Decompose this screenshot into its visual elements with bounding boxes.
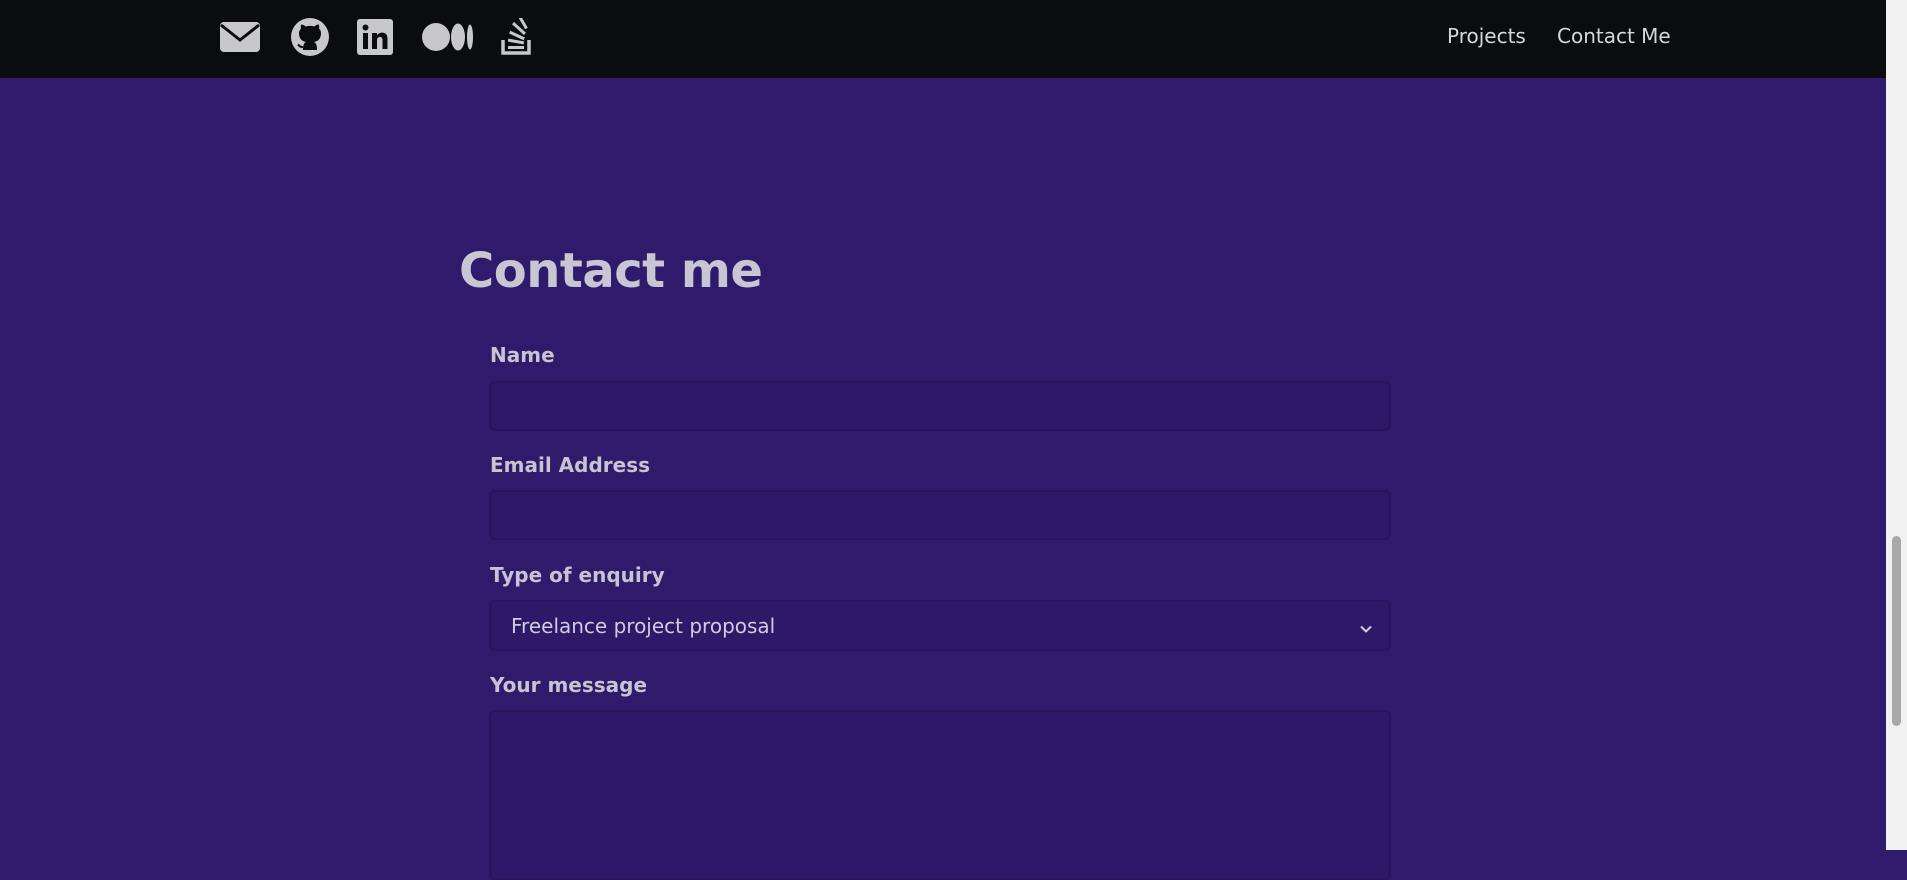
nav-link-contact-me[interactable]: Contact Me xyxy=(1557,24,1671,48)
message-label: Your message xyxy=(490,673,648,697)
email-input[interactable] xyxy=(489,490,1391,540)
name-label: Name xyxy=(490,343,555,367)
nav-link-projects[interactable]: Projects xyxy=(1447,24,1526,48)
top-navigation-bar: Projects Contact Me xyxy=(0,0,1886,78)
enquiry-type-label: Type of enquiry xyxy=(490,563,665,587)
medium-icon[interactable] xyxy=(422,16,474,58)
chevron-down-icon xyxy=(1359,617,1373,641)
page-scrollbar[interactable] xyxy=(1886,0,1907,850)
message-textarea[interactable] xyxy=(489,710,1391,880)
enquiry-type-selected-value: Freelance project proposal xyxy=(511,613,776,638)
page-title: Contact me xyxy=(459,243,763,299)
enquiry-type-select[interactable]: Freelance project proposal xyxy=(489,600,1391,651)
name-input[interactable] xyxy=(489,381,1391,431)
scrollbar-thumb[interactable] xyxy=(1892,536,1901,726)
email-label: Email Address xyxy=(490,453,651,477)
github-icon[interactable] xyxy=(289,16,331,58)
linkedin-icon[interactable] xyxy=(357,16,393,58)
email-icon[interactable] xyxy=(219,16,261,58)
stackoverflow-icon[interactable] xyxy=(500,16,534,58)
